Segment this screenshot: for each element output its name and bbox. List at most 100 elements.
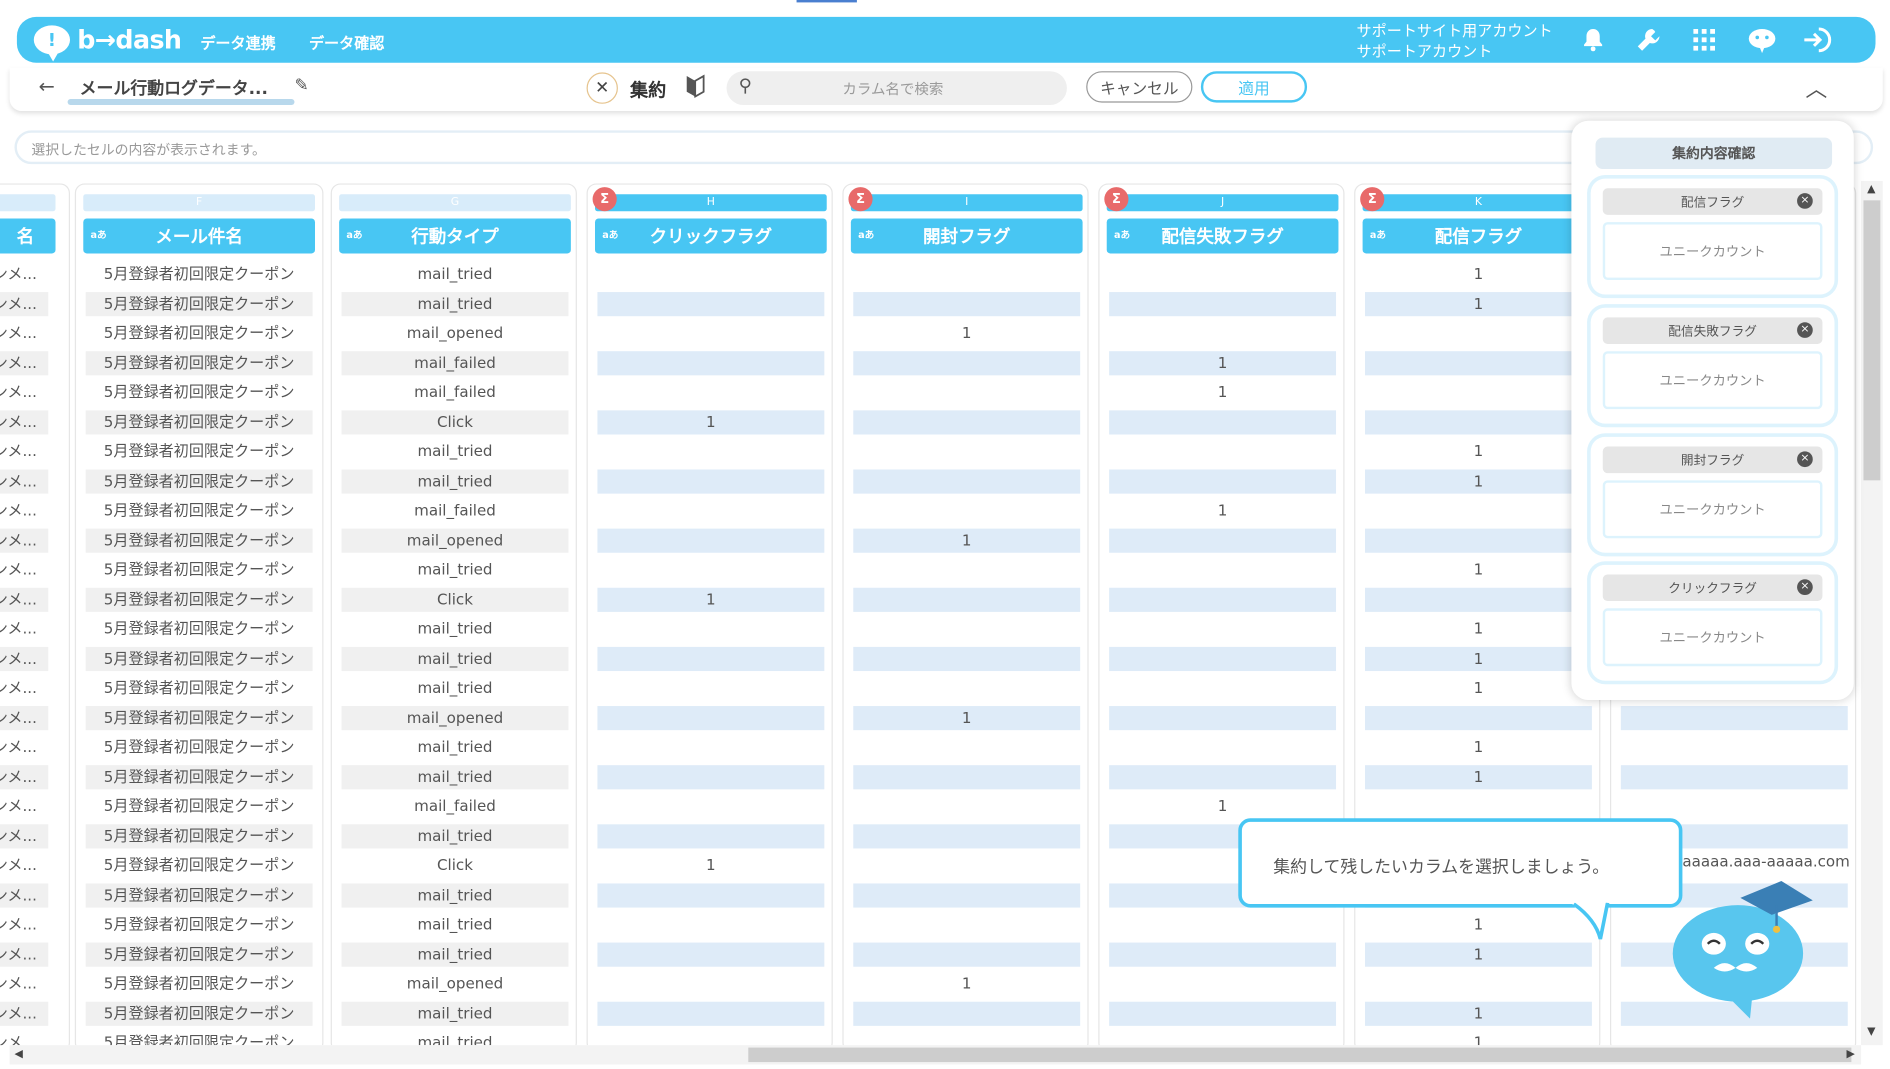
table-cell[interactable]: ンメ... xyxy=(0,646,49,671)
table-cell[interactable]: 1 xyxy=(853,321,1080,345)
pencil-icon[interactable]: ✎ xyxy=(294,76,308,95)
table-cell[interactable] xyxy=(1109,764,1337,789)
table-cell[interactable] xyxy=(597,882,825,907)
column-header[interactable]: aあ 配信失敗フラグ xyxy=(1106,218,1339,254)
table-cell[interactable]: 5月登録者初回限定クーポン xyxy=(85,823,313,848)
table-cell[interactable] xyxy=(597,1001,825,1026)
table-cell[interactable]: ンメ... xyxy=(0,735,48,759)
table-cell[interactable] xyxy=(1109,941,1337,967)
table-cell[interactable] xyxy=(853,912,1080,936)
table-cell[interactable] xyxy=(597,439,824,463)
table-cell[interactable]: 5月登録者初回限定クーポン xyxy=(86,676,313,700)
table-cell[interactable]: 5月登録者初回限定クーポン xyxy=(86,853,313,877)
table-cell[interactable] xyxy=(853,764,1081,789)
table-cell[interactable]: 5月登録者初回限定クーポン xyxy=(85,409,313,434)
table-cell[interactable] xyxy=(1109,617,1336,641)
table-cell[interactable]: mail_tried xyxy=(342,558,569,582)
table-cell[interactable] xyxy=(853,941,1081,967)
grid-column[interactable]: H Σaあ クリックフラグ 1 1 1 xyxy=(586,183,833,1046)
table-cell[interactable]: 1 xyxy=(1365,912,1592,936)
table-cell[interactable]: mail_opened xyxy=(342,972,569,996)
table-cell[interactable] xyxy=(1109,676,1336,700)
logo[interactable]: ! b→dash xyxy=(33,23,182,62)
table-cell[interactable]: 1 xyxy=(1365,439,1592,463)
table-cell[interactable]: ンメ... xyxy=(0,912,48,936)
apply-button[interactable]: 適用 xyxy=(1200,71,1308,103)
table-cell[interactable] xyxy=(853,676,1080,700)
table-cell[interactable]: 1 xyxy=(1109,794,1336,818)
table-cell[interactable] xyxy=(1109,291,1337,316)
table-cell[interactable]: 1 xyxy=(1109,380,1336,404)
scroll-left-arrow-icon[interactable]: ◀ xyxy=(14,1049,22,1061)
table-cell[interactable] xyxy=(597,764,825,789)
sigma-icon[interactable]: Σ xyxy=(1360,187,1385,212)
table-cell[interactable] xyxy=(1365,972,1592,996)
table-cell[interactable]: ンメ... xyxy=(0,882,49,907)
table-cell[interactable]: 1 xyxy=(597,409,825,434)
column-search-input[interactable]: ⚲ カラム名で検索 xyxy=(726,71,1067,106)
table-cell[interactable]: ンメ... xyxy=(0,439,48,463)
table-cell[interactable]: ンメ... xyxy=(0,1001,49,1026)
table-cell[interactable] xyxy=(1109,587,1337,612)
table-cell[interactable]: mail_failed xyxy=(342,794,569,818)
remove-icon[interactable]: × xyxy=(1797,193,1813,209)
table-cell[interactable]: Click xyxy=(341,409,569,434)
table-cell[interactable] xyxy=(853,853,1080,877)
table-cell[interactable]: ンメ... xyxy=(0,409,49,434)
sigma-icon[interactable]: Σ xyxy=(592,187,617,212)
table-cell[interactable]: ンメ... xyxy=(0,853,48,877)
table-cell[interactable] xyxy=(597,912,824,936)
table-cell[interactable] xyxy=(1365,380,1592,404)
column-header[interactable]: 名 xyxy=(0,218,56,254)
table-cell[interactable]: ンメ... xyxy=(0,587,49,612)
table-cell[interactable]: mail_tried xyxy=(342,676,569,700)
table-cell[interactable]: ンメ... xyxy=(0,321,48,345)
table-cell[interactable] xyxy=(853,498,1080,522)
table-cell[interactable]: ンメ... xyxy=(0,972,48,996)
table-cell[interactable] xyxy=(597,972,824,996)
table-cell[interactable]: ンメ... xyxy=(0,617,48,641)
table-cell[interactable] xyxy=(597,380,824,404)
vertical-scrollbar[interactable]: ▲ ▼ xyxy=(1861,181,1883,1046)
table-cell[interactable]: 1 xyxy=(1109,498,1336,522)
table-cell[interactable]: mail_tried xyxy=(341,646,569,671)
table-cell[interactable]: 5月登録者初回限定クーポン xyxy=(85,646,313,671)
column-header[interactable]: aあ 行動タイプ xyxy=(339,218,571,254)
table-cell[interactable]: 1 xyxy=(1365,646,1592,671)
table-cell[interactable]: 5月登録者初回限定クーポン xyxy=(86,617,313,641)
table-cell[interactable] xyxy=(597,646,825,671)
table-cell[interactable]: mail_tried xyxy=(341,291,569,316)
table-cell[interactable] xyxy=(597,676,824,700)
wrench-icon[interactable] xyxy=(1632,23,1666,57)
table-cell[interactable]: 5月登録者初回限定クーポン xyxy=(85,764,313,789)
table-cell[interactable] xyxy=(853,823,1081,848)
table-cell[interactable]: mail_opened xyxy=(342,321,569,345)
mascot-icon[interactable] xyxy=(1666,876,1818,1021)
table-cell[interactable]: mail_opened xyxy=(341,528,569,553)
table-cell[interactable]: 5月登録者初回限定クーポン xyxy=(85,291,313,316)
table-cell[interactable] xyxy=(1365,528,1592,553)
table-cell[interactable]: 1 xyxy=(1365,262,1592,286)
table-cell[interactable]: ンメ... xyxy=(0,291,49,316)
table-cell[interactable] xyxy=(597,617,824,641)
table-cell[interactable] xyxy=(1109,1001,1337,1026)
table-cell[interactable]: mail_opened xyxy=(341,705,569,730)
beginner-mark-icon[interactable] xyxy=(686,74,708,101)
table-cell[interactable]: mail_tried xyxy=(342,262,569,286)
table-cell[interactable] xyxy=(597,528,825,553)
table-cell[interactable]: mail_failed xyxy=(341,350,569,375)
grid-column[interactable]: I Σaあ 開封フラグ 1 1 1 1 xyxy=(842,183,1089,1046)
table-cell[interactable] xyxy=(1109,321,1336,345)
table-cell[interactable]: 5月登録者初回限定クーポン xyxy=(85,941,313,967)
table-cell[interactable]: 5月登録者初回限定クーポン xyxy=(85,528,313,553)
table-cell[interactable]: ンメ... xyxy=(0,380,48,404)
table-cell[interactable] xyxy=(853,350,1081,375)
table-cell[interactable] xyxy=(1620,705,1848,730)
horizontal-scrollbar[interactable]: ◀ ▶ xyxy=(9,1045,1862,1065)
table-cell[interactable]: 5月登録者初回限定クーポン xyxy=(86,498,313,522)
table-cell[interactable]: ンメ... xyxy=(0,558,48,582)
scroll-down-arrow-icon[interactable]: ▼ xyxy=(1867,1026,1875,1038)
table-cell[interactable]: 1 xyxy=(597,587,825,612)
table-cell[interactable]: mail_tried xyxy=(341,823,569,848)
back-arrow-icon[interactable]: ← xyxy=(39,75,55,98)
